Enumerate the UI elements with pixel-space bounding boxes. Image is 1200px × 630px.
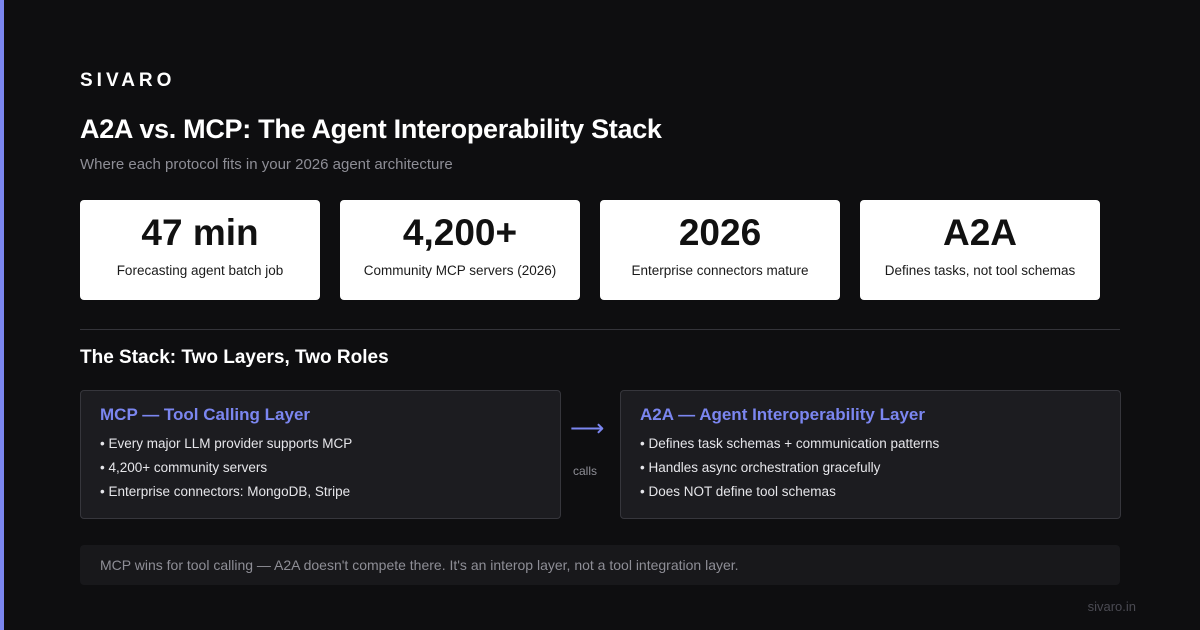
stat-value: 4,200+ (402, 212, 518, 253)
list-item: • Every major LLM provider supports MCP (100, 436, 353, 451)
mcp-layer-card: MCP — Tool Calling Layer • Every major L… (80, 390, 561, 519)
list-item: • Defines task schemas + communication p… (640, 436, 940, 451)
page-subtitle: Where each protocol fits in your 2026 ag… (80, 156, 453, 173)
section-divider (80, 329, 1120, 330)
stat-card-year: 2026 Enterprise connectors mature (600, 200, 840, 300)
stat-value: 47 min (141, 212, 259, 253)
stat-card-a2a: A2A Defines tasks, not tool schemas (860, 200, 1100, 300)
summary-note: MCP wins for tool calling — A2A doesn't … (80, 545, 1120, 585)
stat-value: 2026 (678, 212, 762, 253)
arrow-right-icon: ⟶ (570, 415, 605, 442)
connector-label: calls (572, 464, 597, 478)
list-item: • 4,200+ community servers (100, 460, 268, 475)
list-item: • Handles async orchestration gracefully (640, 460, 881, 475)
section-title: The Stack: Two Layers, Two Roles (80, 347, 389, 368)
stat-card-batch-job: 47 min Forecasting agent batch job (80, 200, 320, 300)
mcp-layer-heading: MCP — Tool Calling Layer (100, 405, 311, 424)
page-title: A2A vs. MCP: The Agent Interoperability … (80, 114, 662, 144)
accent-bar (0, 0, 4, 630)
a2a-layer-heading: A2A — Agent Interoperability Layer (640, 405, 925, 424)
a2a-layer-card: A2A — Agent Interoperability Layer • Def… (620, 390, 1121, 519)
footer-url: sivaro.in (1087, 599, 1136, 614)
list-item: • Does NOT define tool schemas (640, 484, 836, 499)
stat-label: Defines tasks, not tool schemas (884, 263, 1076, 278)
stat-value: A2A (942, 212, 1018, 253)
stat-label: Enterprise connectors mature (631, 263, 809, 278)
stat-label: Forecasting agent batch job (116, 263, 284, 278)
stat-label: Community MCP servers (2026) (363, 263, 557, 278)
stats-row: 47 min Forecasting agent batch job 4,200… (80, 200, 1100, 300)
list-item: • Enterprise connectors: MongoDB, Stripe (100, 484, 351, 499)
a2a-feature-list: • Defines task schemas + communication p… (640, 436, 939, 508)
stat-card-mcp-servers: 4,200+ Community MCP servers (2026) (340, 200, 580, 300)
mcp-feature-list: • Every major LLM provider supports MCP … (100, 436, 352, 508)
brand-logo: SIVARO (80, 70, 176, 91)
